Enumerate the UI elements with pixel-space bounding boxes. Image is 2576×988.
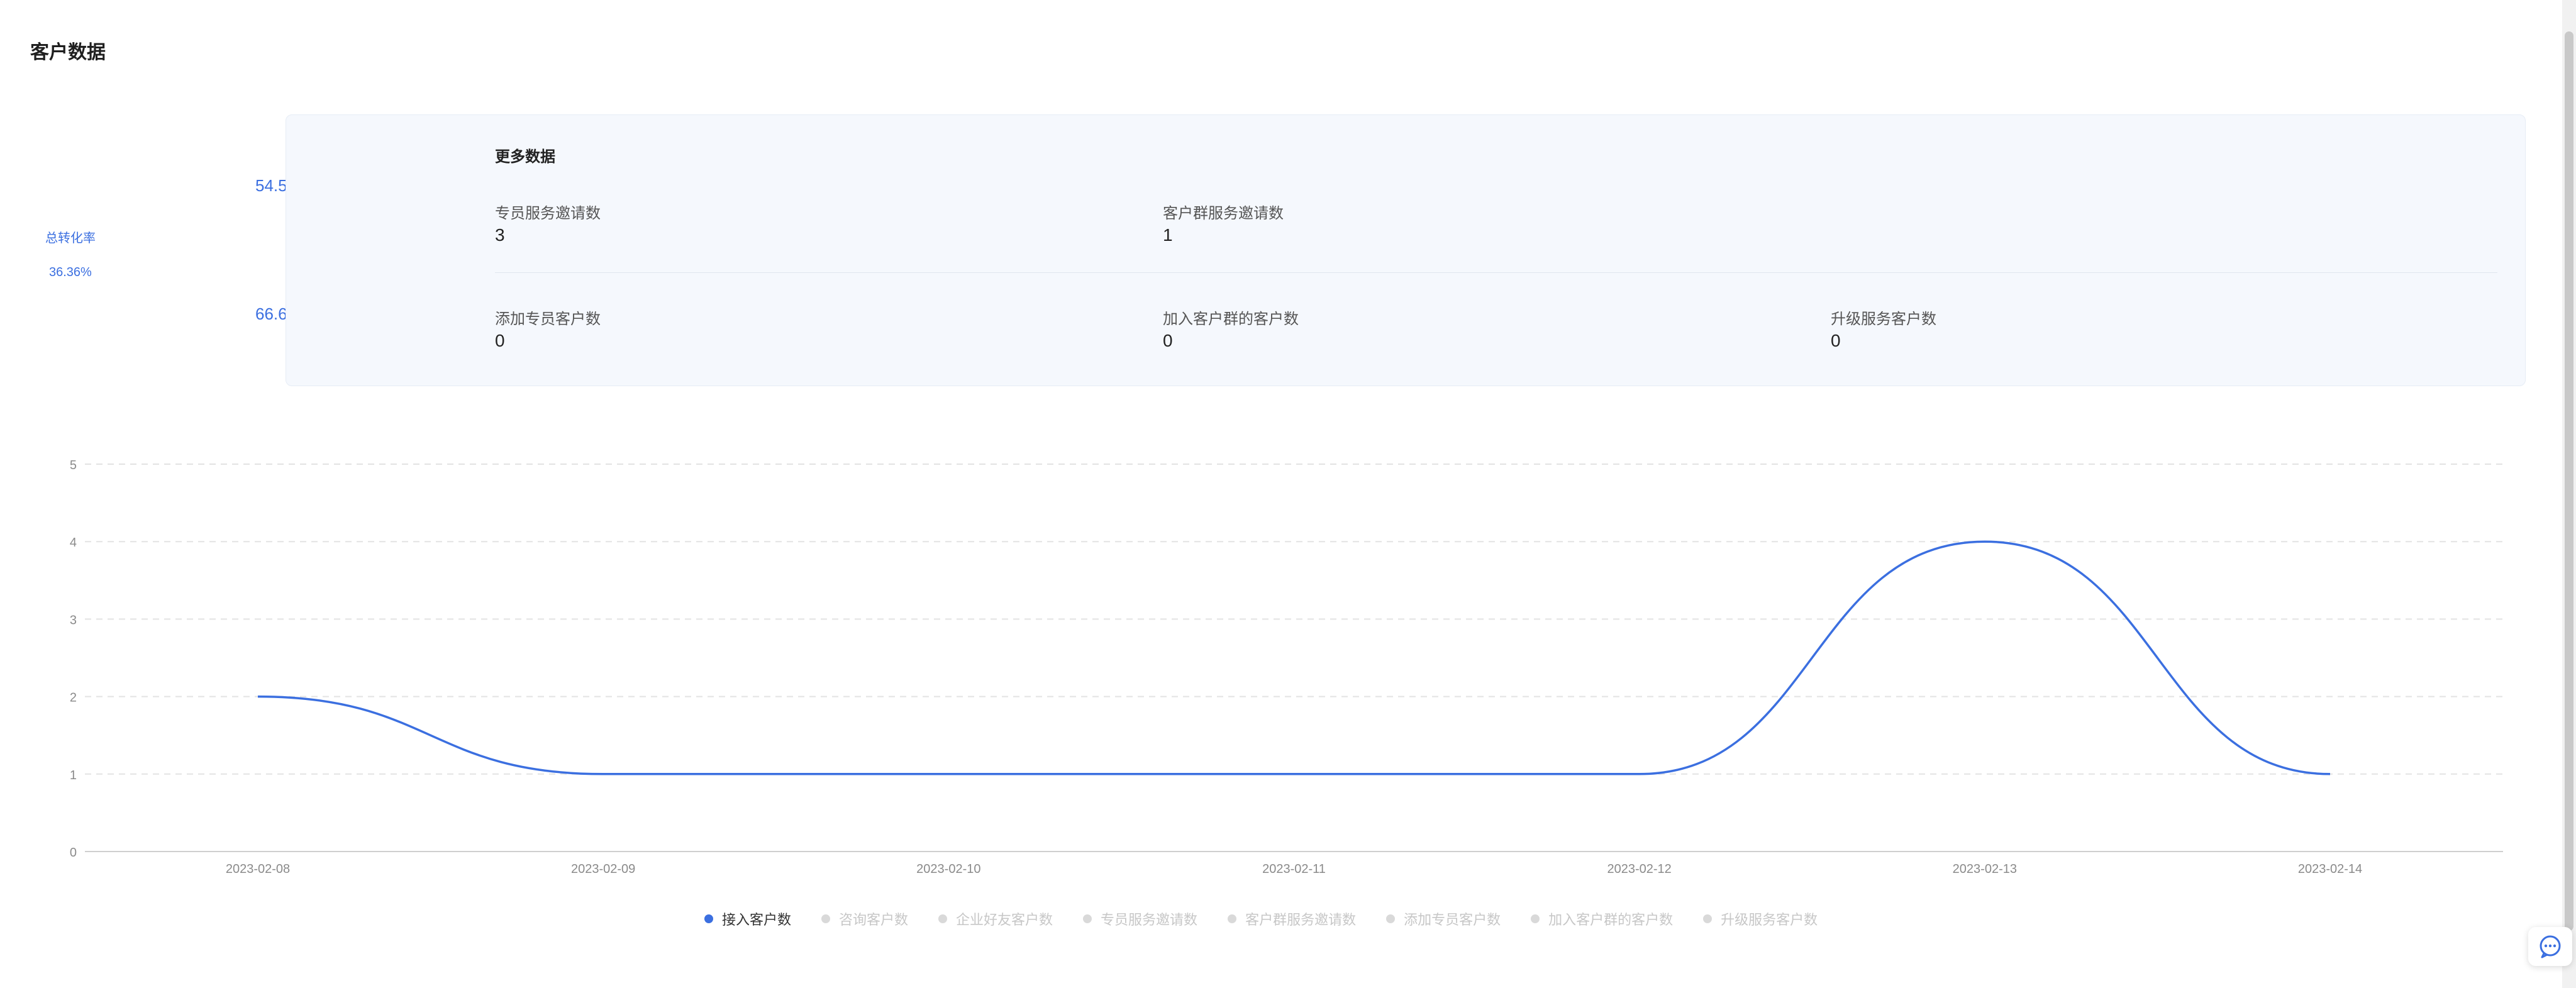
legend-label: 专员服务邀请数 (1101, 912, 1198, 928)
y-tick-label: 5 (70, 458, 77, 472)
chat-bubble-icon (2540, 935, 2561, 958)
more-data-panel: 更多数据 专员服务邀请数 3 客户群服务邀请数 1 添加专员客户数 0 加入客户… (286, 114, 2526, 386)
legend-dot (1083, 914, 1092, 923)
stat-label: 专员服务邀请数 (495, 205, 601, 222)
legend-dot (1386, 914, 1396, 923)
legend-label: 客户群服务邀请数 (1245, 912, 1357, 928)
stat-label: 加入客户群的客户数 (1163, 311, 1299, 328)
stat-added-specialist: 添加专员客户数 0 (495, 306, 601, 351)
legend-label: 接入客户数 (722, 912, 792, 928)
legend-item[interactable]: 加入客户群的客户数 (1531, 909, 1673, 929)
legend-label: 升级服务客户数 (1721, 912, 1818, 928)
stat-value: 3 (495, 225, 505, 245)
stat-label: 升级服务客户数 (1831, 311, 1936, 328)
legend-label: 企业好友客户数 (956, 912, 1053, 928)
x-tick-label: 2023-02-10 (916, 862, 980, 876)
stat-label: 客户群服务邀请数 (1163, 205, 1284, 222)
stat-specialist-invites: 专员服务邀请数 3 (495, 201, 601, 245)
legend-dot (1703, 914, 1713, 923)
legend-dot (704, 914, 713, 923)
legend-item[interactable]: 升级服务客户数 (1703, 909, 1818, 929)
legend-label: 咨询客户数 (839, 912, 909, 928)
legend-item[interactable]: 客户群服务邀请数 (1228, 909, 1356, 929)
panel-divider (495, 272, 2497, 273)
legend-label: 添加专员客户数 (1404, 912, 1501, 928)
stat-group-invites: 客户群服务邀请数 1 (1163, 201, 1284, 245)
stat-joined-group: 加入客户群的客户数 0 (1163, 306, 1299, 351)
total-conversion-value: 36.36% (49, 265, 92, 279)
x-tick-label: 2023-02-09 (571, 862, 635, 876)
legend-item[interactable]: 企业好友客户数 (938, 909, 1053, 929)
y-tick-label: 3 (70, 613, 77, 627)
stat-upgraded: 升级服务客户数 0 (1831, 306, 1936, 351)
more-data-title: 更多数据 (495, 148, 555, 165)
vertical-scrollbar[interactable] (2562, 0, 2576, 988)
chat-button[interactable] (2528, 927, 2572, 966)
legend-dot (938, 914, 948, 923)
x-tick-label: 2023-02-14 (2298, 862, 2362, 876)
x-tick-label: 2023-02-11 (1262, 862, 1326, 876)
x-tick-label: 2023-02-08 (226, 862, 290, 876)
line-chart: 0 1 2 3 4 5 2023-02-08 2023-02-09 2023-02-10 2023… (70, 458, 2503, 876)
legend-dot (1531, 914, 1540, 923)
y-tick-label: 2 (70, 691, 77, 705)
legend-item[interactable]: 专员服务邀请数 (1083, 909, 1197, 929)
legend-label: 加入客户群的客户数 (1548, 912, 1674, 928)
legend-dot (821, 914, 831, 923)
stat-value: 1 (1163, 225, 1173, 245)
series-line (257, 540, 2331, 775)
stat-value: 0 (1831, 331, 1841, 350)
y-tick-label: 4 (70, 536, 77, 550)
x-tick-label: 2023-02-13 (1953, 862, 2017, 876)
chart-legend: 接入客户数 咨询客户数 企业好友客户数 专员服务邀请数 客户群服务邀请数 添加专… (704, 909, 1818, 929)
y-tick-label: 0 (70, 846, 77, 860)
legend-item[interactable]: 咨询客户数 (821, 909, 908, 929)
page-title: 客户数据 (30, 42, 106, 63)
stat-value: 0 (1163, 331, 1173, 350)
stat-label: 添加专员客户数 (495, 311, 601, 328)
legend-item[interactable]: 接入客户数 (704, 909, 791, 929)
y-tick-label: 1 (70, 769, 77, 782)
legend-dot (1228, 914, 1237, 923)
legend-item[interactable]: 添加专员客户数 (1386, 909, 1501, 929)
scrollbar-thumb[interactable] (2565, 31, 2573, 931)
x-tick-label: 2023-02-12 (1607, 862, 1672, 876)
total-conversion-label: 总转化率 (45, 231, 96, 245)
stat-value: 0 (495, 331, 505, 350)
